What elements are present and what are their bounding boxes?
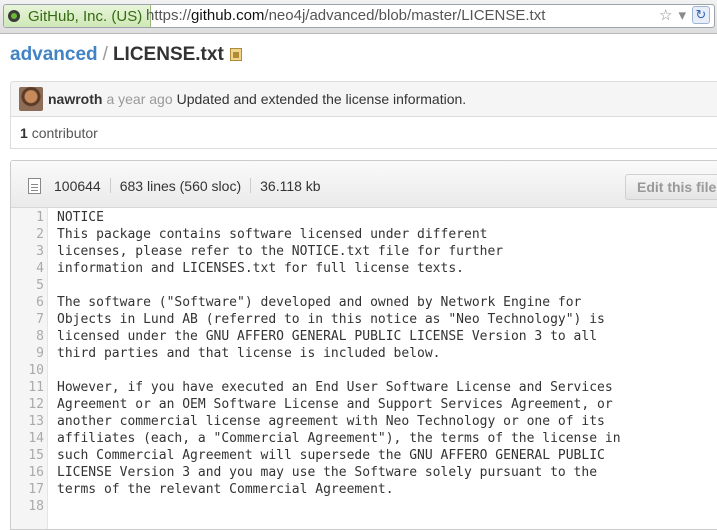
line-number[interactable]: 4: [11, 260, 44, 277]
line-number[interactable]: 2: [11, 226, 44, 243]
line-number[interactable]: 11: [11, 379, 44, 396]
file-header: 100644 683 lines (560 sloc) 36.118 kb Edit…: [11, 161, 717, 208]
avatar[interactable]: [19, 87, 43, 111]
line-number[interactable]: 12: [11, 396, 44, 413]
line-number[interactable]: 5: [11, 277, 44, 294]
line-number[interactable]: 14: [11, 430, 44, 447]
url-prefix: https://: [146, 7, 192, 24]
breadcrumb-file: LICENSE.txt: [112, 44, 224, 65]
line-number[interactable]: 1: [11, 209, 44, 226]
breadcrumb: advanced / LICENSE.txt: [10, 44, 242, 66]
line-content: LICENSE Version 3 and you may use the So…: [57, 465, 598, 480]
dropdown-icon[interactable]: ▾: [678, 6, 686, 24]
line-number[interactable]: 6: [11, 294, 44, 311]
divider: [250, 178, 252, 193]
file-lines: 683 lines (560 sloc): [119, 178, 242, 194]
reload-icon[interactable]: ↻: [692, 6, 710, 24]
browser-toolbar: GitHub, Inc. (US) https://github.com/neo…: [0, 0, 717, 34]
line-content: NOTICE: [57, 210, 104, 225]
line-number[interactable]: 13: [11, 413, 44, 430]
line-number[interactable]: 9: [11, 345, 44, 362]
line-content: another commercial license agreement wit…: [57, 414, 605, 429]
line-content: such Commercial Agreement will supersede…: [57, 448, 605, 463]
edit-file-button[interactable]: Edit this file: [625, 174, 717, 200]
line-number[interactable]: 7: [11, 311, 44, 328]
line-number[interactable]: 8: [11, 328, 44, 345]
clipboard-icon[interactable]: [229, 48, 242, 61]
divider: [109, 178, 111, 193]
star-icon[interactable]: ☆: [659, 6, 672, 24]
line-content: licenses, please refer to the NOTICE.txt…: [57, 244, 504, 259]
line-number[interactable]: 3: [11, 243, 44, 260]
line-content: Objects in Lund AB (referred to in this …: [57, 312, 605, 327]
line-content: licensed under the GNU AFFERO GENERAL PU…: [57, 329, 598, 344]
breadcrumb-separator: /: [102, 44, 108, 65]
url-host: github.com: [191, 7, 265, 24]
lock-icon: [8, 10, 20, 22]
line-content: However, if you have executed an End Use…: [57, 380, 613, 395]
line-number[interactable]: 18: [11, 498, 44, 515]
line-content: Agreement or an OEM Software License and…: [57, 397, 613, 412]
line-content: The software ("Software") developed and …: [57, 295, 582, 310]
line-number[interactable]: 17: [11, 481, 44, 498]
address-bar[interactable]: GitHub, Inc. (US) https://github.com/neo…: [3, 4, 715, 28]
line-content: information and LICENSES.txt for full li…: [57, 261, 464, 276]
contributors-bar: 1 contributor: [10, 116, 717, 149]
line-content: terms of the relevant Commercial Agreeme…: [57, 482, 394, 497]
line-number[interactable]: 15: [11, 447, 44, 464]
file-icon: [28, 178, 41, 194]
commit-message-link[interactable]: Updated and extended the license informa…: [177, 91, 467, 107]
file-size: 36.118 kb: [260, 178, 321, 194]
contributor-count: 1: [20, 125, 28, 141]
file-mode: 100644: [54, 178, 101, 194]
contributors-summary[interactable]: 1 contributor: [20, 125, 98, 141]
line-content: affiliates (each, a "Commercial Agreemen…: [57, 431, 621, 446]
url-text[interactable]: https://github.com/neo4j/advanced/blob/m…: [146, 7, 545, 24]
line-number[interactable]: 10: [11, 362, 44, 379]
line-content: third parties and that license is includ…: [57, 346, 441, 361]
url-icons: ☆ ▾ ↻: [659, 6, 710, 24]
line-content: This package contains software licensed …: [57, 227, 488, 242]
breadcrumb-repo-link[interactable]: advanced: [10, 44, 98, 65]
file-viewer: 100644 683 lines (560 sloc) 36.118 kb Edit…: [10, 160, 717, 530]
file-info: 100644 683 lines (560 sloc) 36.118 kb: [54, 178, 321, 194]
commit-info: nawroth a year ago Updated and extended th…: [48, 91, 466, 107]
line-number[interactable]: 16: [11, 464, 44, 481]
contributor-label: contributor: [31, 125, 98, 141]
site-identity-label: GitHub, Inc. (US): [28, 7, 143, 25]
url-path: /neo4j/advanced/blob/master/LICENSE.txt: [264, 7, 546, 24]
site-identity-button[interactable]: GitHub, Inc. (US): [4, 5, 152, 27]
commit-time: a year ago: [106, 91, 173, 107]
commit-author-link[interactable]: nawroth: [48, 91, 102, 107]
commit-bar: nawroth a year ago Updated and extended th…: [10, 81, 717, 117]
